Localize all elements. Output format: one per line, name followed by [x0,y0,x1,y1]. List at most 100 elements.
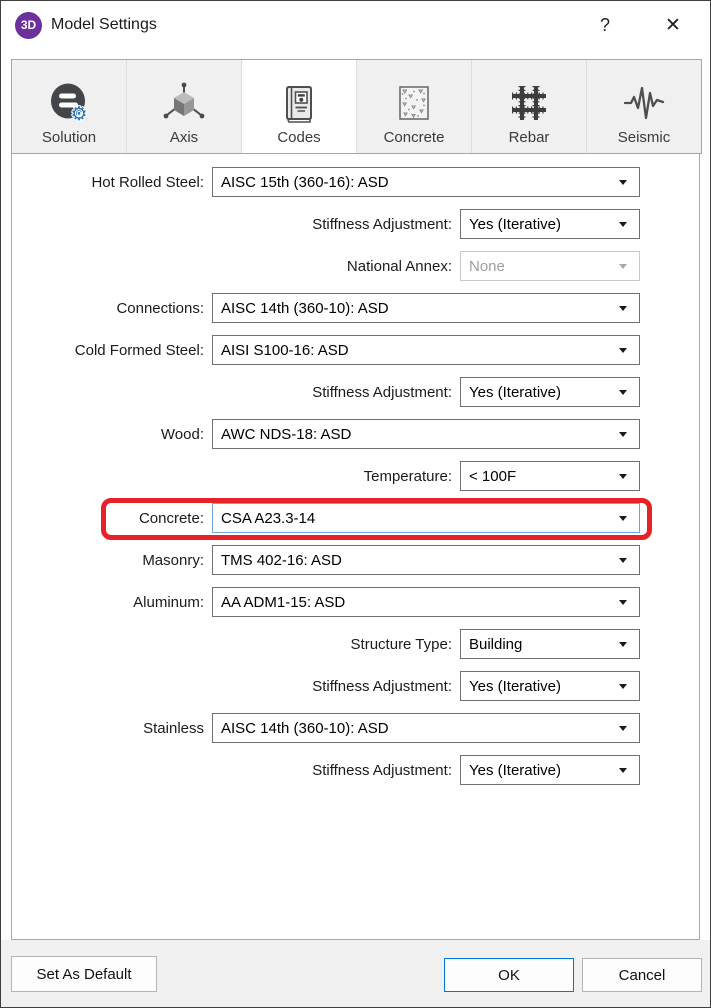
close-button[interactable]: ✕ [650,8,696,42]
solution-icon: ⚙ [45,79,93,127]
masonry-dropdown[interactable]: TMS 402-16: ASD [212,545,640,575]
dropdown-value: AISC 14th (360-10): ASD [221,720,389,737]
field-label: Stiffness Adjustment: [12,762,460,779]
settings-tab-bar: ⚙ Solution Axis [11,59,702,154]
chevron-down-icon [619,222,627,227]
form-row-stiffness-adjustment-4: Stiffness Adjustment: Yes (Iterative) [12,755,699,785]
chevron-down-icon [619,432,627,437]
connections-dropdown[interactable]: AISC 14th (360-10): ASD [212,293,640,323]
dropdown-value: Yes (Iterative) [469,762,561,779]
hot-rolled-steel-dropdown[interactable]: AISC 15th (360-16): ASD [212,167,640,197]
field-label: National Annex: [12,258,460,275]
dropdown-value: Yes (Iterative) [469,216,561,233]
tab-axis[interactable]: Axis [127,60,242,153]
codes-settings-panel: Hot Rolled Steel: AISC 15th (360-16): AS… [11,153,700,940]
footer-bar: Set As Default OK Cancel [1,940,710,1007]
chevron-down-icon [619,390,627,395]
temperature-dropdown[interactable]: < 100F [460,461,640,491]
chevron-down-icon [619,768,627,773]
chevron-down-icon [619,516,627,521]
tab-label: Seismic [618,129,671,146]
form-row-stiffness-adjustment-1: Stiffness Adjustment: Yes (Iterative) [12,209,699,239]
national-annex-dropdown: None [460,251,640,281]
form-row-concrete: Concrete: CSA A23.3-14 [12,503,699,533]
chevron-down-icon [619,726,627,731]
dropdown-value: Building [469,636,522,653]
concrete-dropdown[interactable]: CSA A23.3-14 [212,503,640,533]
form-row-stainless: Stainless AISC 14th (360-10): ASD [12,713,699,743]
title-bar: 3D Model Settings ? ✕ [1,1,710,49]
form-row-structure-type: Structure Type: Building [12,629,699,659]
field-label: Stiffness Adjustment: [12,216,460,233]
field-label: Cold Formed Steel: [12,342,212,359]
stiffness-adjustment-al-dropdown[interactable]: Yes (Iterative) [460,671,640,701]
dropdown-value: AISC 15th (360-16): ASD [221,174,389,191]
field-label: Stiffness Adjustment: [12,384,460,401]
dropdown-value: CSA A23.3-14 [221,510,315,527]
tab-codes[interactable]: Codes [242,60,357,153]
window-title: Model Settings [51,16,582,34]
form-row-stiffness-adjustment-2: Stiffness Adjustment: Yes (Iterative) [12,377,699,407]
dropdown-value: Yes (Iterative) [469,678,561,695]
form-row-temperature: Temperature: < 100F [12,461,699,491]
form-row-aluminum: Aluminum: AA ADM1-15: ASD [12,587,699,617]
dropdown-value: None [469,258,505,275]
seismic-icon [620,79,668,127]
dropdown-value: AWC NDS-18: ASD [221,426,351,443]
stiffness-adjustment-hr-dropdown[interactable]: Yes (Iterative) [460,209,640,239]
tab-solution[interactable]: ⚙ Solution [12,60,127,153]
chevron-down-icon [619,642,627,647]
field-label: Concrete: [12,510,212,527]
form-row-wood: Wood: AWC NDS-18: ASD [12,419,699,449]
chevron-down-icon [619,264,627,269]
form-row-hot-rolled-steel: Hot Rolled Steel: AISC 15th (360-16): AS… [12,167,699,197]
tab-seismic[interactable]: Seismic [587,60,701,153]
concrete-icon [390,79,438,127]
form-row-masonry: Masonry: TMS 402-16: ASD [12,545,699,575]
tab-label: Concrete [384,129,445,146]
stainless-dropdown[interactable]: AISC 14th (360-10): ASD [212,713,640,743]
chevron-down-icon [619,600,627,605]
chevron-down-icon [619,180,627,185]
tab-label: Codes [277,129,320,146]
form-row-national-annex: National Annex: None [12,251,699,281]
tab-label: Axis [170,129,198,146]
stiffness-adjustment-cf-dropdown[interactable]: Yes (Iterative) [460,377,640,407]
help-button[interactable]: ? [582,8,628,42]
cancel-button[interactable]: Cancel [582,958,702,992]
field-label: Temperature: [12,468,460,485]
rebar-icon [505,79,553,127]
dropdown-value: AISI S100-16: ASD [221,342,349,359]
app-icon: 3D [15,12,42,39]
tab-rebar[interactable]: Rebar [472,60,587,153]
model-settings-dialog: 3D Model Settings ? ✕ ⚙ Solution [0,0,711,1008]
dropdown-value: Yes (Iterative) [469,384,561,401]
field-label: Stiffness Adjustment: [12,678,460,695]
svg-text:⚙: ⚙ [70,103,87,125]
tab-label: Solution [42,129,96,146]
wood-dropdown[interactable]: AWC NDS-18: ASD [212,419,640,449]
axis-icon [160,79,208,127]
set-as-default-button[interactable]: Set As Default [11,956,157,992]
field-label: Masonry: [12,552,212,569]
dropdown-value: AISC 14th (360-10): ASD [221,300,389,317]
form-row-stiffness-adjustment-3: Stiffness Adjustment: Yes (Iterative) [12,671,699,701]
dropdown-value: TMS 402-16: ASD [221,552,342,569]
ok-button[interactable]: OK [444,958,574,992]
dropdown-value: AA ADM1-15: ASD [221,594,345,611]
aluminum-dropdown[interactable]: AA ADM1-15: ASD [212,587,640,617]
field-label: Connections: [12,300,212,317]
stiffness-adjustment-ss-dropdown[interactable]: Yes (Iterative) [460,755,640,785]
structure-type-dropdown[interactable]: Building [460,629,640,659]
chevron-down-icon [619,348,627,353]
dropdown-value: < 100F [469,468,516,485]
chevron-down-icon [619,558,627,563]
form-row-connections: Connections: AISC 14th (360-10): ASD [12,293,699,323]
cold-formed-steel-dropdown[interactable]: AISI S100-16: ASD [212,335,640,365]
field-label: Wood: [12,426,212,443]
form-row-cold-formed-steel: Cold Formed Steel: AISI S100-16: ASD [12,335,699,365]
field-label: Structure Type: [12,636,460,653]
tab-concrete[interactable]: Concrete [357,60,472,153]
codes-icon [275,79,323,127]
field-label: Hot Rolled Steel: [12,174,212,191]
